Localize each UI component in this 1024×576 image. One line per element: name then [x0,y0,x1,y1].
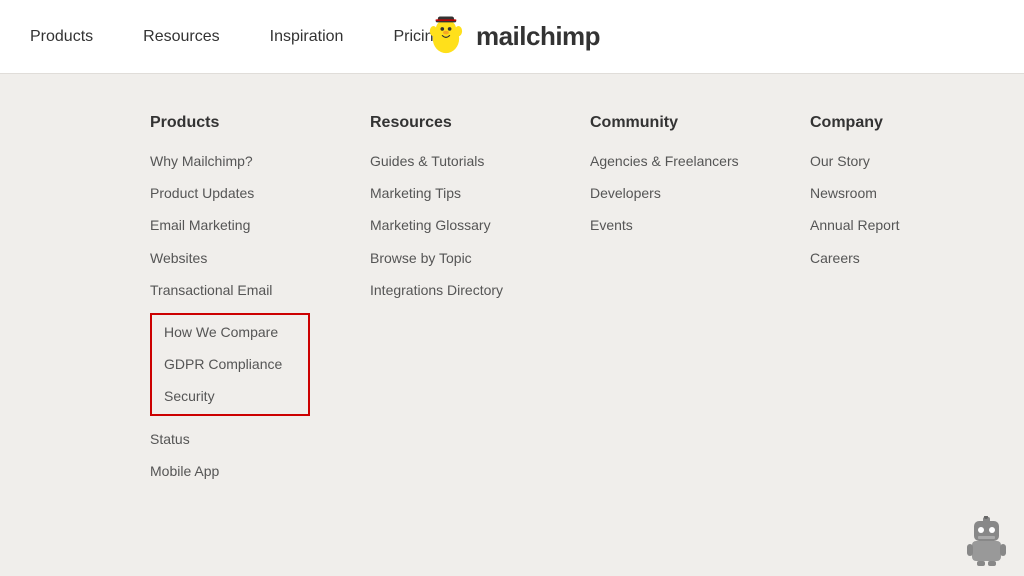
menu-marketing-tips[interactable]: Marketing Tips [370,184,530,202]
nav-links: Products Resources Inspiration Pricing [30,28,442,46]
company-items: Our Story Newsroom Annual Report Careers [810,152,970,267]
menu-careers[interactable]: Careers [810,249,970,267]
logo-text: mailchimp [476,21,600,52]
column-products-title: Products [150,114,310,132]
column-resources: Resources Guides & Tutorials Marketing T… [370,114,530,480]
nav-resources[interactable]: Resources [143,28,219,46]
logo-icon [424,15,468,59]
column-community-title: Community [590,114,750,132]
menu-newsroom[interactable]: Newsroom [810,184,970,202]
menu-guides-tutorials[interactable]: Guides & Tutorials [370,152,530,170]
menu-transactional-email[interactable]: Transactional Email [150,281,310,299]
menu-product-updates[interactable]: Product Updates [150,184,310,202]
highlighted-box: How We Compare GDPR Compliance Security [150,313,310,416]
menu-agencies-freelancers[interactable]: Agencies & Freelancers [590,152,750,170]
column-community: Community Agencies & Freelancers Develop… [590,114,750,480]
menu-mobile-app[interactable]: Mobile App [150,462,310,480]
menu-annual-report[interactable]: Annual Report [810,216,970,234]
nav-inspiration[interactable]: Inspiration [270,28,344,46]
navbar: Products Resources Inspiration Pricing m… [0,0,1024,74]
column-resources-title: Resources [370,114,530,132]
menu-our-story[interactable]: Our Story [810,152,970,170]
menu-integrations-directory[interactable]: Integrations Directory [370,281,530,299]
menu-gdpr-compliance[interactable]: GDPR Compliance [164,355,296,373]
menu-developers[interactable]: Developers [590,184,750,202]
column-products: Products Why Mailchimp? Product Updates … [150,114,310,480]
menu-events[interactable]: Events [590,216,750,234]
menu-marketing-glossary[interactable]: Marketing Glossary [370,216,530,234]
menu-status[interactable]: Status [150,430,310,448]
column-company: Company Our Story Newsroom Annual Report… [810,114,970,480]
menu-email-marketing[interactable]: Email Marketing [150,216,310,234]
community-items: Agencies & Freelancers Developers Events [590,152,750,235]
robot-icon [964,516,1009,566]
products-items: Why Mailchimp? Product Updates Email Mar… [150,152,310,480]
menu-security[interactable]: Security [164,387,296,405]
menu-browse-by-topic[interactable]: Browse by Topic [370,249,530,267]
resources-items: Guides & Tutorials Marketing Tips Market… [370,152,530,299]
logo[interactable]: mailchimp [424,15,600,59]
column-company-title: Company [810,114,970,132]
menu-why-mailchimp[interactable]: Why Mailchimp? [150,152,310,170]
menu-how-we-compare[interactable]: How We Compare [164,323,296,341]
menu-websites[interactable]: Websites [150,249,310,267]
nav-products[interactable]: Products [30,28,93,46]
mega-menu: Products Why Mailchimp? Product Updates … [0,74,1024,520]
